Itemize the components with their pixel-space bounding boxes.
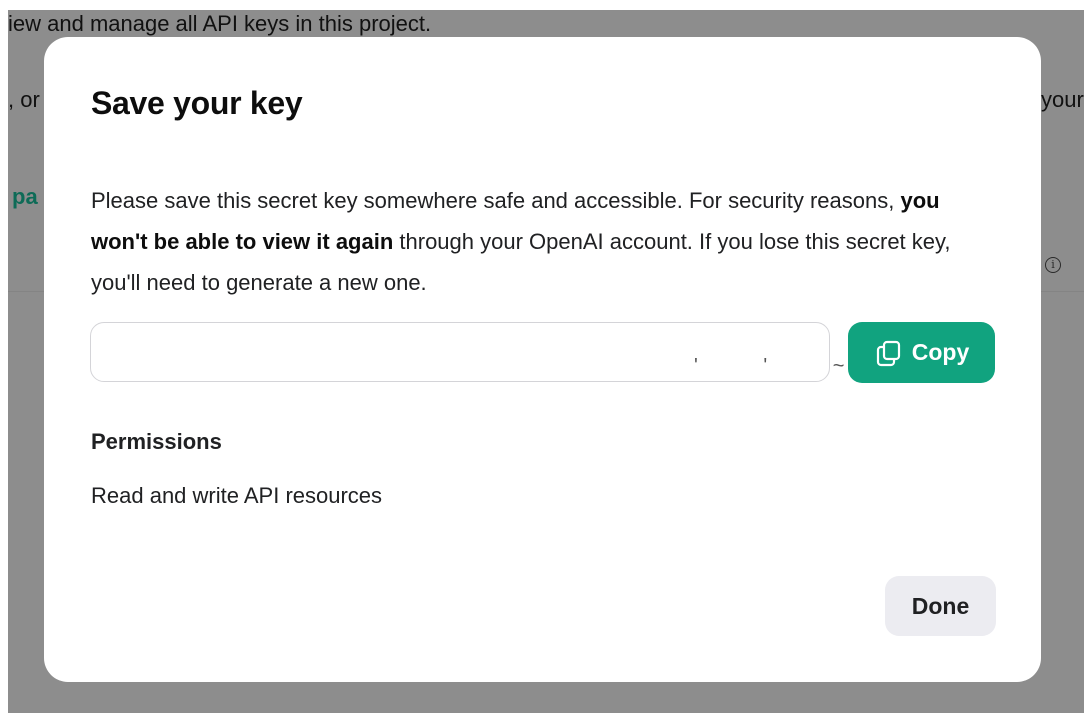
save-key-dialog: Save your key Please save this secret ke…: [44, 37, 1041, 682]
copy-button[interactable]: Copy: [848, 322, 995, 383]
copy-button-label: Copy: [911, 339, 970, 365]
done-button[interactable]: Done: [885, 576, 996, 636]
page-top-edge: [0, 0, 1084, 10]
description-text-start: Please save this secret key somewhere sa…: [91, 188, 901, 213]
permissions-value: Read and write API resources: [91, 483, 383, 508]
background-link-fragment: pa: [12, 184, 38, 209]
dialog-description: Please save this secret key somewhere sa…: [91, 180, 971, 303]
background-left-fragment: , or: [8, 87, 40, 112]
dialog-title: Save your key: [91, 85, 303, 121]
permissions-heading: Permissions: [91, 429, 222, 454]
copy-icon: [874, 338, 904, 368]
secret-key-field[interactable]: [90, 322, 830, 382]
info-icon: i: [1045, 257, 1061, 273]
background-right-fragment: your: [1041, 87, 1084, 112]
page-left-edge: [0, 0, 8, 713]
background-intro-text: iew and manage all API keys in this proj…: [8, 11, 432, 36]
